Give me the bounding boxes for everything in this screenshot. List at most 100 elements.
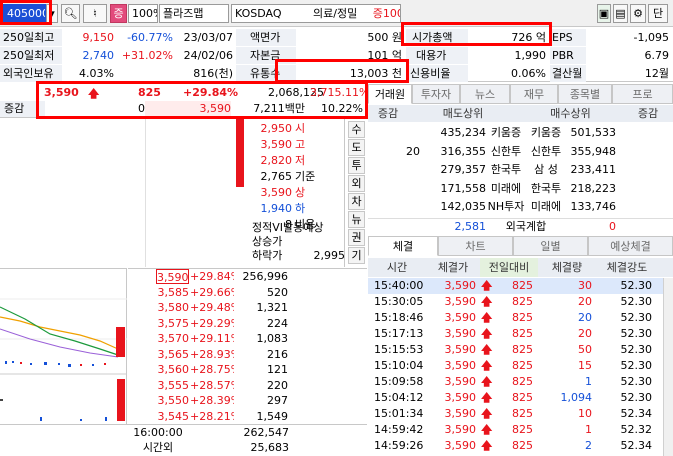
broker-buy-name[interactable]: 미래에: [526, 198, 566, 215]
trade-time: 15:15:53: [374, 343, 424, 356]
orderbook-price[interactable]: 3,560: [156, 362, 190, 377]
orderbook-price[interactable]: 3,580: [156, 300, 190, 315]
trade-row[interactable]: 15:01:34 3,590 🡅 825 10 52.34: [368, 406, 663, 422]
side-tab[interactable]: 투: [348, 157, 365, 174]
side-tab[interactable]: 뉴: [348, 211, 365, 228]
trade-volume: 50: [578, 343, 592, 356]
broker-sell-name[interactable]: 미래에: [486, 180, 526, 197]
zoom-label: 100%: [128, 4, 158, 23]
trade-change: 825: [512, 391, 533, 404]
broker-buy-name[interactable]: 한국투: [526, 180, 566, 197]
settings-button[interactable]: ⚙: [630, 4, 646, 23]
tab-top[interactable]: 거래원: [368, 84, 412, 104]
broker-sell-name[interactable]: 신한투: [486, 143, 526, 160]
trade-row[interactable]: 15:17:13 3,590 🡅 825 20 52.30: [368, 326, 663, 342]
side-tab[interactable]: 도: [348, 139, 365, 156]
arrow-up-icon: 🡅: [481, 391, 493, 404]
trade-row[interactable]: 14:59:26 3,590 🡅 825 2 52.34: [368, 438, 663, 454]
tab-top[interactable]: 재무: [510, 84, 558, 104]
price-level-row: 3,590 고: [246, 137, 346, 153]
broker-buy-name[interactable]: 키움증: [526, 124, 566, 141]
trade-row[interactable]: 15:40:00 3,590 🡅 825 30 52.30: [368, 278, 663, 294]
trade-row[interactable]: 15:18:46 3,590 🡅 825 20 52.30: [368, 310, 663, 326]
orderbook-price[interactable]: 3,545: [156, 409, 190, 424]
orderbook-row: 3,560+28.75% 121: [128, 362, 367, 377]
orderbook-rate: +29.66%: [190, 285, 234, 299]
trade-scrollbar[interactable]: [663, 278, 673, 456]
broker-row: 279,357 한국투 삼 성 233,411: [368, 161, 673, 178]
orderbook-price[interactable]: 3,565: [156, 347, 190, 362]
trade-change: 825: [512, 407, 533, 420]
orderbook-row: 3,575+29.29% 224: [128, 316, 367, 331]
orderbook-qty: 216: [267, 347, 288, 361]
tab-mid[interactable]: 차트: [438, 236, 513, 256]
trade-price: 3,590: [444, 295, 477, 308]
orderbook-price[interactable]: 3,590: [156, 269, 189, 284]
trade-strength: 52.32: [620, 423, 653, 436]
price-level-value: 2,950: [260, 122, 293, 135]
broker-sell-name[interactable]: 키움증: [486, 124, 526, 141]
speaker-button[interactable]: ♮: [83, 4, 107, 23]
volume-bar: [236, 119, 244, 187]
tab-top[interactable]: 뉴스: [460, 84, 510, 104]
tab-mid[interactable]: 체결: [368, 236, 438, 256]
broker-change: [368, 161, 420, 178]
vi-box: 정적VI발동예상 상승가 하락가 2,995: [252, 221, 345, 263]
toolbar: 405000 ▾ 🔍︎ ♮ 증 100% 플라즈맵 KOSDAQ 의료/정밀 증…: [0, 0, 673, 27]
tab-top[interactable]: 종목별: [558, 84, 612, 104]
market-info: KOSDAQ 의료/정밀 증100: [231, 4, 401, 23]
stock-code-input[interactable]: 405000: [3, 4, 46, 23]
orderbook-price[interactable]: 3,575: [156, 316, 190, 331]
gear-icon: ⚙: [633, 7, 643, 20]
value-fiscal-month: 12월: [644, 67, 669, 80]
broker-sell-name[interactable]: NH투자: [486, 198, 526, 215]
trade-row[interactable]: 15:30:05 3,590 🡅 825 20 52.30: [368, 294, 663, 310]
trade-change: 825: [512, 439, 533, 452]
search-button[interactable]: 🔍︎: [61, 4, 80, 23]
orderbook-price[interactable]: 3,555: [156, 378, 190, 393]
ma-line-purple: [0, 328, 119, 358]
arrow-up-icon: 🡅: [481, 327, 493, 340]
trade-row[interactable]: 15:15:53 3,590 🡅 825 50 52.30: [368, 342, 663, 358]
arrow-up-icon: 🡅: [481, 375, 493, 388]
tab-top[interactable]: 프로: [612, 84, 673, 104]
tab-top[interactable]: 투자자: [412, 84, 460, 104]
trade-row[interactable]: 14:59:42 3,590 🡅 825 1 52.32: [368, 422, 663, 438]
extra-button[interactable]: 단: [648, 4, 668, 23]
broker-col-change-sell: 증감: [377, 107, 399, 120]
trade-price: 3,590: [444, 311, 477, 324]
layout-button[interactable]: ▣: [597, 4, 611, 23]
side-tab[interactable]: 기: [348, 247, 365, 264]
price-level-label: 상: [295, 186, 306, 199]
orderbook-price[interactable]: 3,570: [156, 331, 190, 346]
trade-price: 3,590: [444, 439, 477, 452]
side-tab[interactable]: 권: [348, 229, 365, 246]
theme-label[interactable]: 플라즈맵: [159, 4, 229, 23]
trade-row[interactable]: 15:10:04 3,590 🡅 825 15 52.30: [368, 358, 663, 374]
orderbook-price[interactable]: 3,550: [156, 393, 190, 408]
broker-buy-name[interactable]: 삼 성: [526, 161, 566, 178]
trade-change: 825: [512, 327, 533, 340]
side-tab[interactable]: 차: [348, 193, 365, 210]
tab-mid[interactable]: 일별: [513, 236, 588, 256]
trade-strength: 52.34: [620, 407, 653, 420]
trade-strength: 52.30: [620, 359, 653, 372]
side-tab[interactable]: 수: [348, 121, 365, 138]
trade-strength: 52.30: [620, 311, 653, 324]
chart-button[interactable]: ▤: [613, 4, 628, 23]
side-tab[interactable]: 외: [348, 175, 365, 192]
label-capital: 자본금: [236, 47, 296, 64]
value-250-low: 2,740: [82, 49, 115, 62]
broker-row: 435,234 키움증 키움증 501,533: [368, 124, 673, 141]
trade-row[interactable]: 15:09:58 3,590 🡅 825 1 52.30: [368, 374, 663, 390]
trade-row[interactable]: 15:04:12 3,590 🡅 825 1,094 52.30: [368, 390, 663, 406]
label-fiscal-month: 결산월: [550, 65, 586, 82]
code-dropdown-button[interactable]: ▾: [46, 4, 58, 23]
orderbook-price[interactable]: 3,585: [156, 285, 190, 300]
current-price: 3,590: [44, 86, 79, 99]
tab-mid[interactable]: 예상체결: [588, 236, 673, 256]
value-credit-ratio: 0.06%: [511, 67, 546, 80]
broker-buy-name[interactable]: 신한투: [526, 143, 566, 160]
broker-sell-name[interactable]: 한국투: [486, 161, 526, 178]
trade-volume: 1: [585, 423, 592, 436]
